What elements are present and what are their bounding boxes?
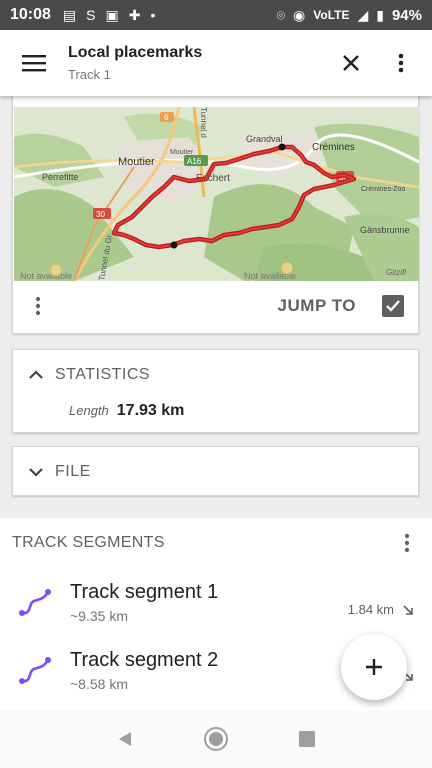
nav-home-button[interactable] [196,719,236,759]
system-nav-bar [0,710,432,768]
page-title: Local placemarks [68,44,203,61]
track-segment-icon [19,589,51,616]
nav-recents-button[interactable] [287,719,327,759]
volte-icon: VoLTE [313,8,350,22]
statistics-length-row: Length 17.93 km [13,402,418,420]
plus-icon [366,659,382,675]
status-bar: 10:08 ▤ S ▣ ✚ • ⌾ ◉ VoLTE ◢ ▮ 94% [0,0,432,30]
chevron-down-icon [29,468,43,477]
check-icon [386,300,400,312]
chevron-up-icon [29,370,43,379]
map-canvas: 6 A16 30 30 Grandval Crémines Moutier Mo… [14,107,419,281]
arrow-down-right-icon [403,604,413,615]
segment-name: Track segment 2 [70,648,219,671]
map-label-gansbrunnen: Gänsbrunne [360,225,410,235]
overflow-menu-button[interactable] [376,30,426,96]
map-attribution: Gitzifl [386,268,406,277]
road-a16-label: A16 [187,157,202,166]
close-button[interactable] [326,30,376,96]
map-more-button[interactable] [13,296,63,316]
map-label-grandval: Grandval [246,134,283,144]
map-label-perrefitte: Perrefitte [42,172,79,182]
track-segment-icon [19,657,51,684]
menu-button[interactable] [0,30,68,96]
map-label-cremines: Crémines [312,142,355,153]
track-segments-title: TRACK SEGMENTS [12,534,165,551]
map-actions-row: JUMP TO [13,281,418,331]
grid-icon: ✚ [128,7,141,23]
map-label-tunnel1: Tunnel d [199,107,208,138]
back-triangle-icon [119,732,132,746]
segment-elevation: 1.84 km [347,602,394,617]
map-preview[interactable]: 6 A16 30 30 Grandval Crémines Moutier Mo… [14,107,419,281]
more-vert-icon [404,533,410,553]
message-icon: ▤ [62,7,77,23]
segment-length: ~9.35 km [70,607,128,624]
file-title: FILE [55,463,91,480]
track-segments-header: TRACK SEGMENTS [0,518,432,568]
segments-more-button[interactable] [382,533,432,553]
location-icon: ⌾ [276,7,286,23]
file-header[interactable]: FILE [13,447,418,497]
jump-to-button[interactable]: JUMP TO [278,296,356,316]
list-item[interactable]: Track segment 1 ~9.35 km 1.84 km [0,568,432,636]
more-vert-icon [398,53,404,73]
add-fab-button[interactable] [341,634,407,700]
home-circle-icon [203,727,228,751]
segment-name: Track segment 1 [70,580,219,603]
segment-length: ~8.58 km [70,675,128,692]
statistics-title: STATISTICS [55,366,151,383]
content-scroll[interactable]: 6 A16 30 30 Grandval Crémines Moutier Mo… [0,96,432,710]
dot-icon: • [150,7,156,23]
close-icon [343,55,359,71]
signal-icon: ◢ [357,7,369,23]
statistics-header[interactable]: STATISTICS [13,350,418,400]
map-label-not-available-left: Not available [20,271,72,281]
hamburger-icon [22,55,46,72]
map-label-moutier-small: Moutier [170,149,194,156]
recents-square-icon [298,731,315,747]
track-end-marker [170,241,178,249]
status-time: 10:08 [10,6,51,23]
show-on-map-checkbox[interactable] [382,295,404,317]
length-value: 17.93 km [116,402,185,419]
app-s-icon: S [86,7,96,23]
file-card: FILE [12,446,419,496]
road-30-label: 30 [96,210,105,219]
more-vert-icon [35,296,41,316]
page-subtitle: Track 1 [68,67,111,82]
battery-level: 94% [391,6,422,24]
statistics-card: STATISTICS Length 17.93 km [12,349,419,433]
map-label-moutier: Moutier [118,156,155,168]
notification-icons: ▤ S ▣ ✚ • [63,8,155,22]
wifi-icon: ◉ [293,7,306,23]
road-6-label: 6 [164,113,169,122]
image-icon: ▣ [105,7,119,23]
length-label: Length [69,403,109,418]
track-start-marker [278,143,286,151]
battery-icon: ▮ [376,7,384,23]
map-label-cremines-zoo: Crémines-Zoo [361,186,405,193]
nav-back-button[interactable] [105,719,145,759]
map-preview-card: 6 A16 30 30 Grandval Crémines Moutier Mo… [12,96,419,334]
app-toolbar: Local placemarks Track 1 [0,30,432,96]
